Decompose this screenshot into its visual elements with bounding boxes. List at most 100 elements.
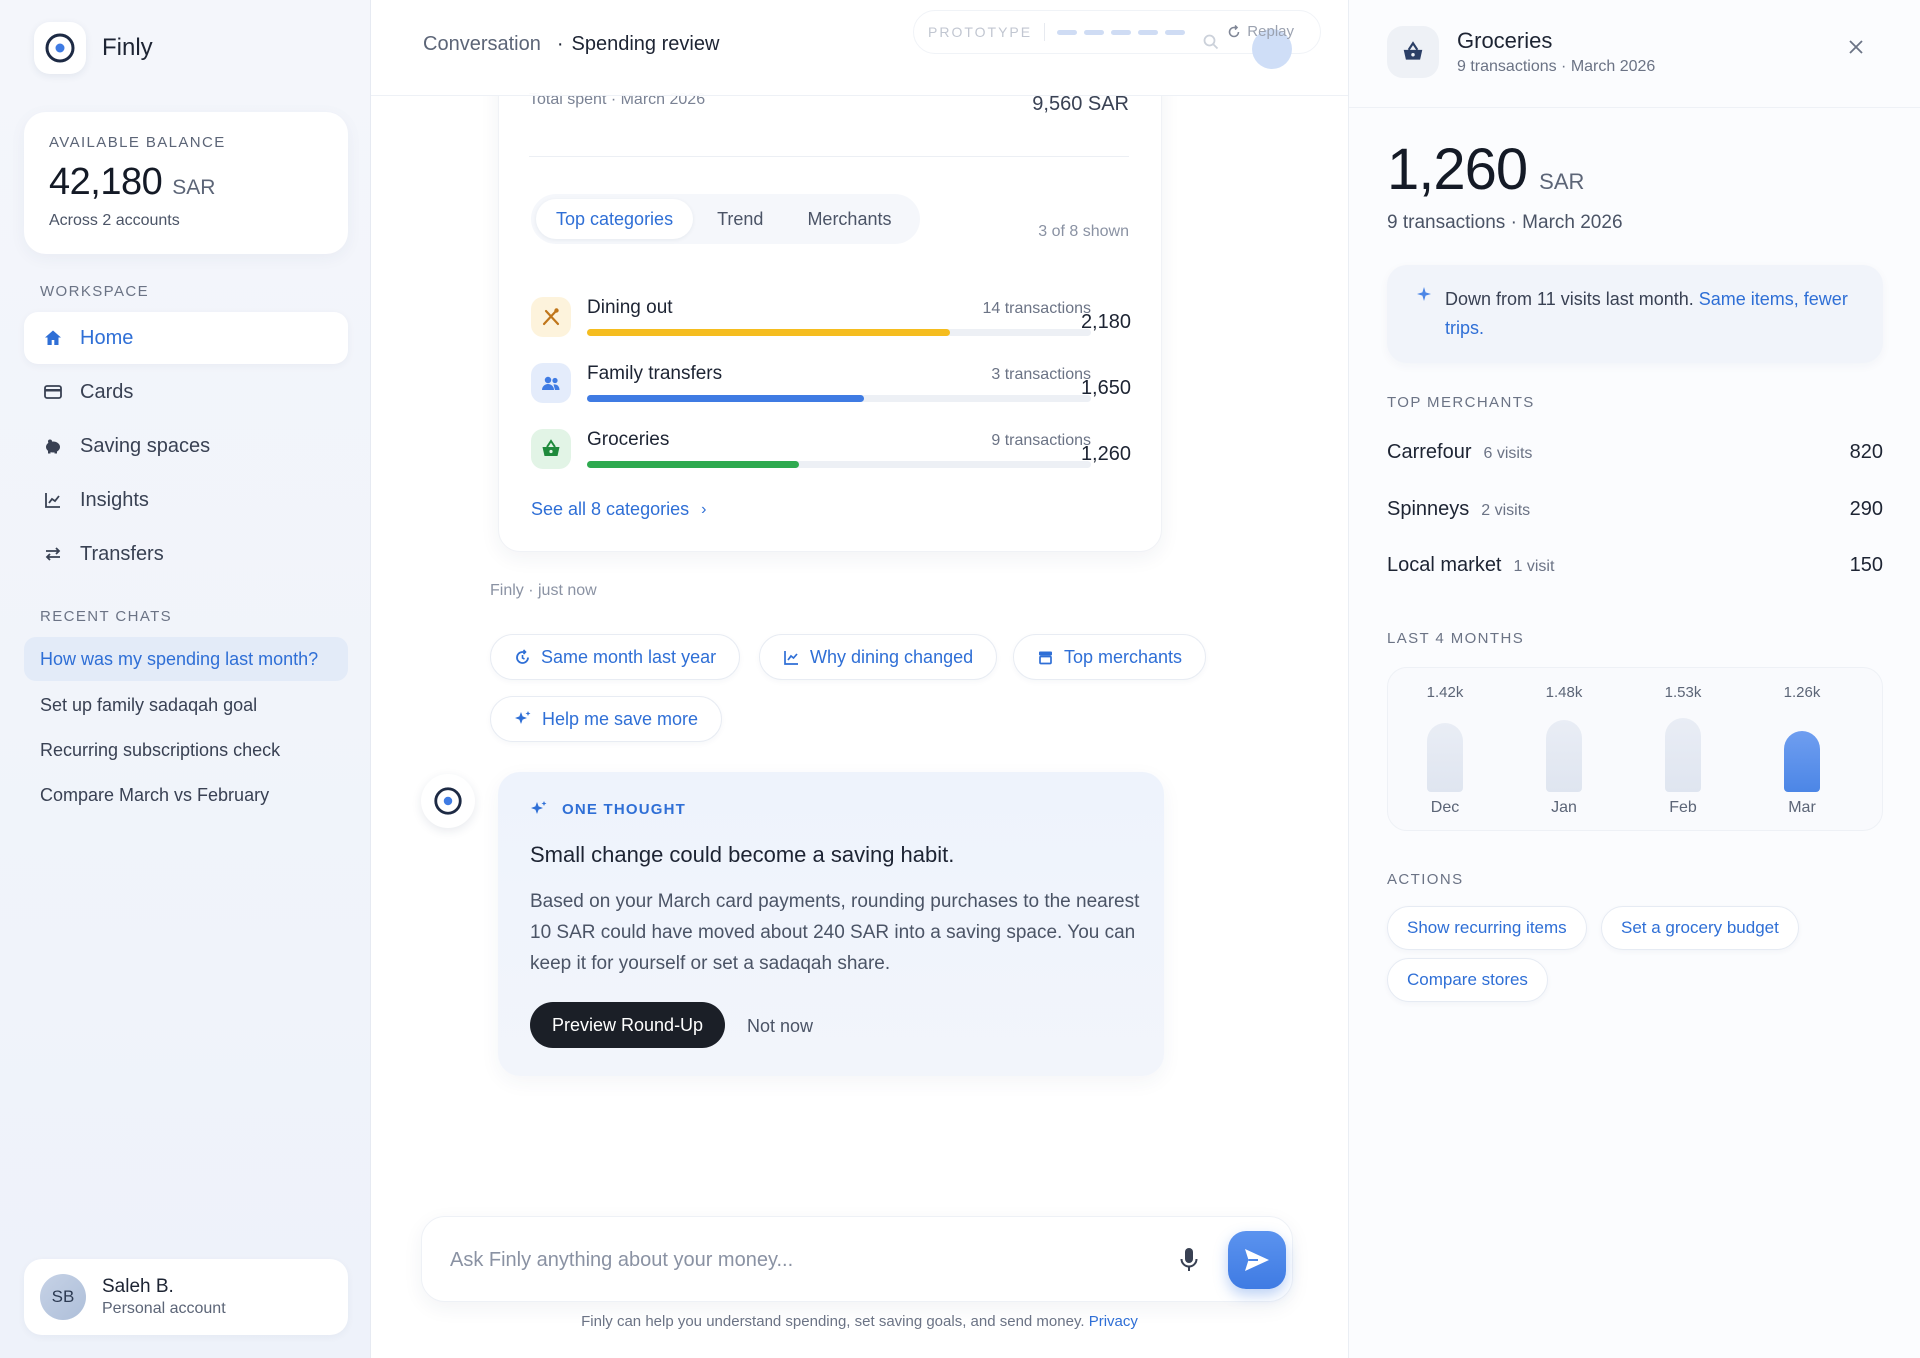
shown-count: 3 of 8 shown [1038,223,1129,240]
prototype-label: PROTOTYPE [928,24,1033,40]
replay-icon [1229,24,1240,37]
send-icon [1245,1249,1269,1271]
chart-bar[interactable] [1427,723,1463,792]
privacy-link[interactable]: Privacy [1089,1313,1138,1330]
actions-label: ACTIONS [1387,871,1464,888]
merchant-visits: 1 visit [1513,558,1555,575]
set-grocery-budget-button[interactable]: Set a grocery budget [1601,906,1799,950]
avatar: SB [40,1274,86,1320]
merchant-amount: 820 [1849,441,1883,463]
thought-kicker-label: ONE THOUGHT [562,800,687,818]
finly-logo-icon [34,22,86,74]
chart-bar[interactable] [1665,718,1701,792]
merchant-row[interactable]: Local market 1 visit 150 [1387,554,1883,584]
chart-column: 1.53k Feb [1643,668,1723,832]
recent-chat-item[interactable]: Compare March vs February [24,773,348,817]
category-row[interactable]: Dining out 14 transactions 2,180 [531,289,1131,345]
progress-step [1165,29,1186,35]
suggestion-why-dining-changed[interactable]: Why dining changed [759,634,998,680]
replay-button[interactable]: Replay [1227,23,1294,40]
tab-merchants[interactable]: Merchants [787,199,911,239]
last-4-months-label: LAST 4 MONTHS [1387,630,1525,647]
brand[interactable]: Finly [34,22,153,74]
recent-chat-item[interactable]: How was my spending last month? [24,637,348,681]
suggestion-top-merchants[interactable]: Top merchants [1013,634,1207,680]
balance-amount: 42,180 SAR [49,161,323,204]
chart-icon [783,649,800,666]
user-profile[interactable]: SB Saleh B. Personal account [24,1259,348,1335]
message-meta: Finly · just now [490,582,597,599]
close-icon[interactable] [1843,34,1869,60]
conversation-pane: Total spent · March 2026 9,560 SAR Top c… [371,0,1348,1358]
prototype-controls: PROTOTYPE Replay [913,10,1321,69]
sparkle-icon [514,710,532,728]
merchant-visits: 2 visits [1481,502,1531,519]
show-recurring-items-button[interactable]: Show recurring items [1387,906,1587,950]
see-all-categories-link[interactable]: See all 8 categories › [531,499,706,520]
suggestion-label: Same month last year [541,646,717,667]
sparkle-icon [1417,287,1431,306]
sidebar-item-saving-spaces[interactable]: Saving spaces [24,420,348,472]
store-icon [1037,649,1054,666]
preview-round-up-button[interactable]: Preview Round-Up [530,1002,726,1048]
not-now-button[interactable]: Not now [747,1016,813,1037]
recent-chat-item[interactable]: Set up family sadaqah goal [24,683,348,727]
total-spent-value: 9,560 SAR [1032,93,1129,115]
insight-callout: Down from 11 visits last month. Same ite… [1387,265,1883,363]
recent-chats-label: RECENT CHATS [40,608,173,625]
category-detail-panel: Groceries 9 transactions · March 2026 1,… [1348,0,1920,1358]
category-bar-track [587,329,1091,336]
suggestion-help-me-save-more[interactable]: Help me save more [490,696,723,742]
chart-value-label: 1.42k [1426,684,1464,701]
basket-icon [1387,26,1439,78]
suggestion-same-month-last-year[interactable]: Same month last year [490,634,741,680]
merchant-row[interactable]: Carrefour 6 visits 820 [1387,441,1883,471]
microphone-icon[interactable] [1174,1245,1204,1275]
merchant-name: Spinneys [1387,498,1470,520]
chart-column: 1.42k Dec [1405,668,1485,832]
sidebar-item-label: Saving spaces [80,434,211,457]
chart-bar[interactable] [1546,720,1582,792]
monthly-spend-chart: 1.42k Dec 1.48k Jan 1.53k Feb 1.26k Mar [1387,667,1883,831]
top-merchants-label: TOP MERCHANTS [1387,394,1535,411]
chart-value-label: 1.53k [1664,684,1702,701]
history-icon [514,648,531,666]
merchant-amount: 150 [1849,554,1883,576]
compare-stores-button[interactable]: Compare stores [1387,958,1548,1002]
merchant-amount: 290 [1849,498,1883,520]
merchant-name: Carrefour [1387,441,1472,463]
breadcrumb-current: Spending review [571,33,720,55]
tab-trend[interactable]: Trend [697,199,783,239]
people-icon [531,363,571,403]
chart-value-label: 1.26k [1783,684,1821,701]
balance-label: AVAILABLE BALANCE [49,134,226,151]
chart-bar[interactable] [1784,731,1820,792]
sparkle-icon [531,801,547,814]
tab-top-categories[interactable]: Top categories [536,199,694,239]
message-input[interactable] [450,1241,1150,1279]
merchant-row[interactable]: Spinneys 2 visits 290 [1387,498,1883,528]
home-icon [42,327,64,349]
composer-footnote: Finly can help you understand spending, … [371,1313,1348,1330]
category-count: 9 transactions [991,432,1091,449]
category-amount: 1,260 [1080,443,1131,465]
sidebar-item-home[interactable]: Home [24,312,348,364]
send-button[interactable] [1228,1231,1286,1289]
sidebar-item-transfers[interactable]: Transfers [24,528,348,580]
detail-title: Groceries [1457,28,1553,53]
sidebar-item-insights[interactable]: Insights [24,474,348,526]
category-count: 14 transactions [982,300,1091,317]
category-amount: 2,180 [1080,311,1131,333]
chart-column: 1.48k Jan [1524,668,1604,832]
chart-value-label: 1.48k [1545,684,1583,701]
sidebar-item-cards[interactable]: Cards [24,366,348,418]
category-row[interactable]: Family transfers 3 transactions 1,650 [531,355,1131,411]
category-row[interactable]: Groceries 9 transactions 1,260 [531,421,1131,477]
recent-chat-item[interactable]: Recurring subscriptions check [24,728,348,772]
search-icon [1202,33,1220,56]
divider [529,156,1129,157]
footnote-text: Finly can help you understand spending, … [581,1313,1085,1330]
report-tabs: Top categories Trend Merchants [531,194,921,244]
brand-name: Finly [102,34,153,61]
breadcrumb-parent[interactable]: Conversation [423,33,541,56]
